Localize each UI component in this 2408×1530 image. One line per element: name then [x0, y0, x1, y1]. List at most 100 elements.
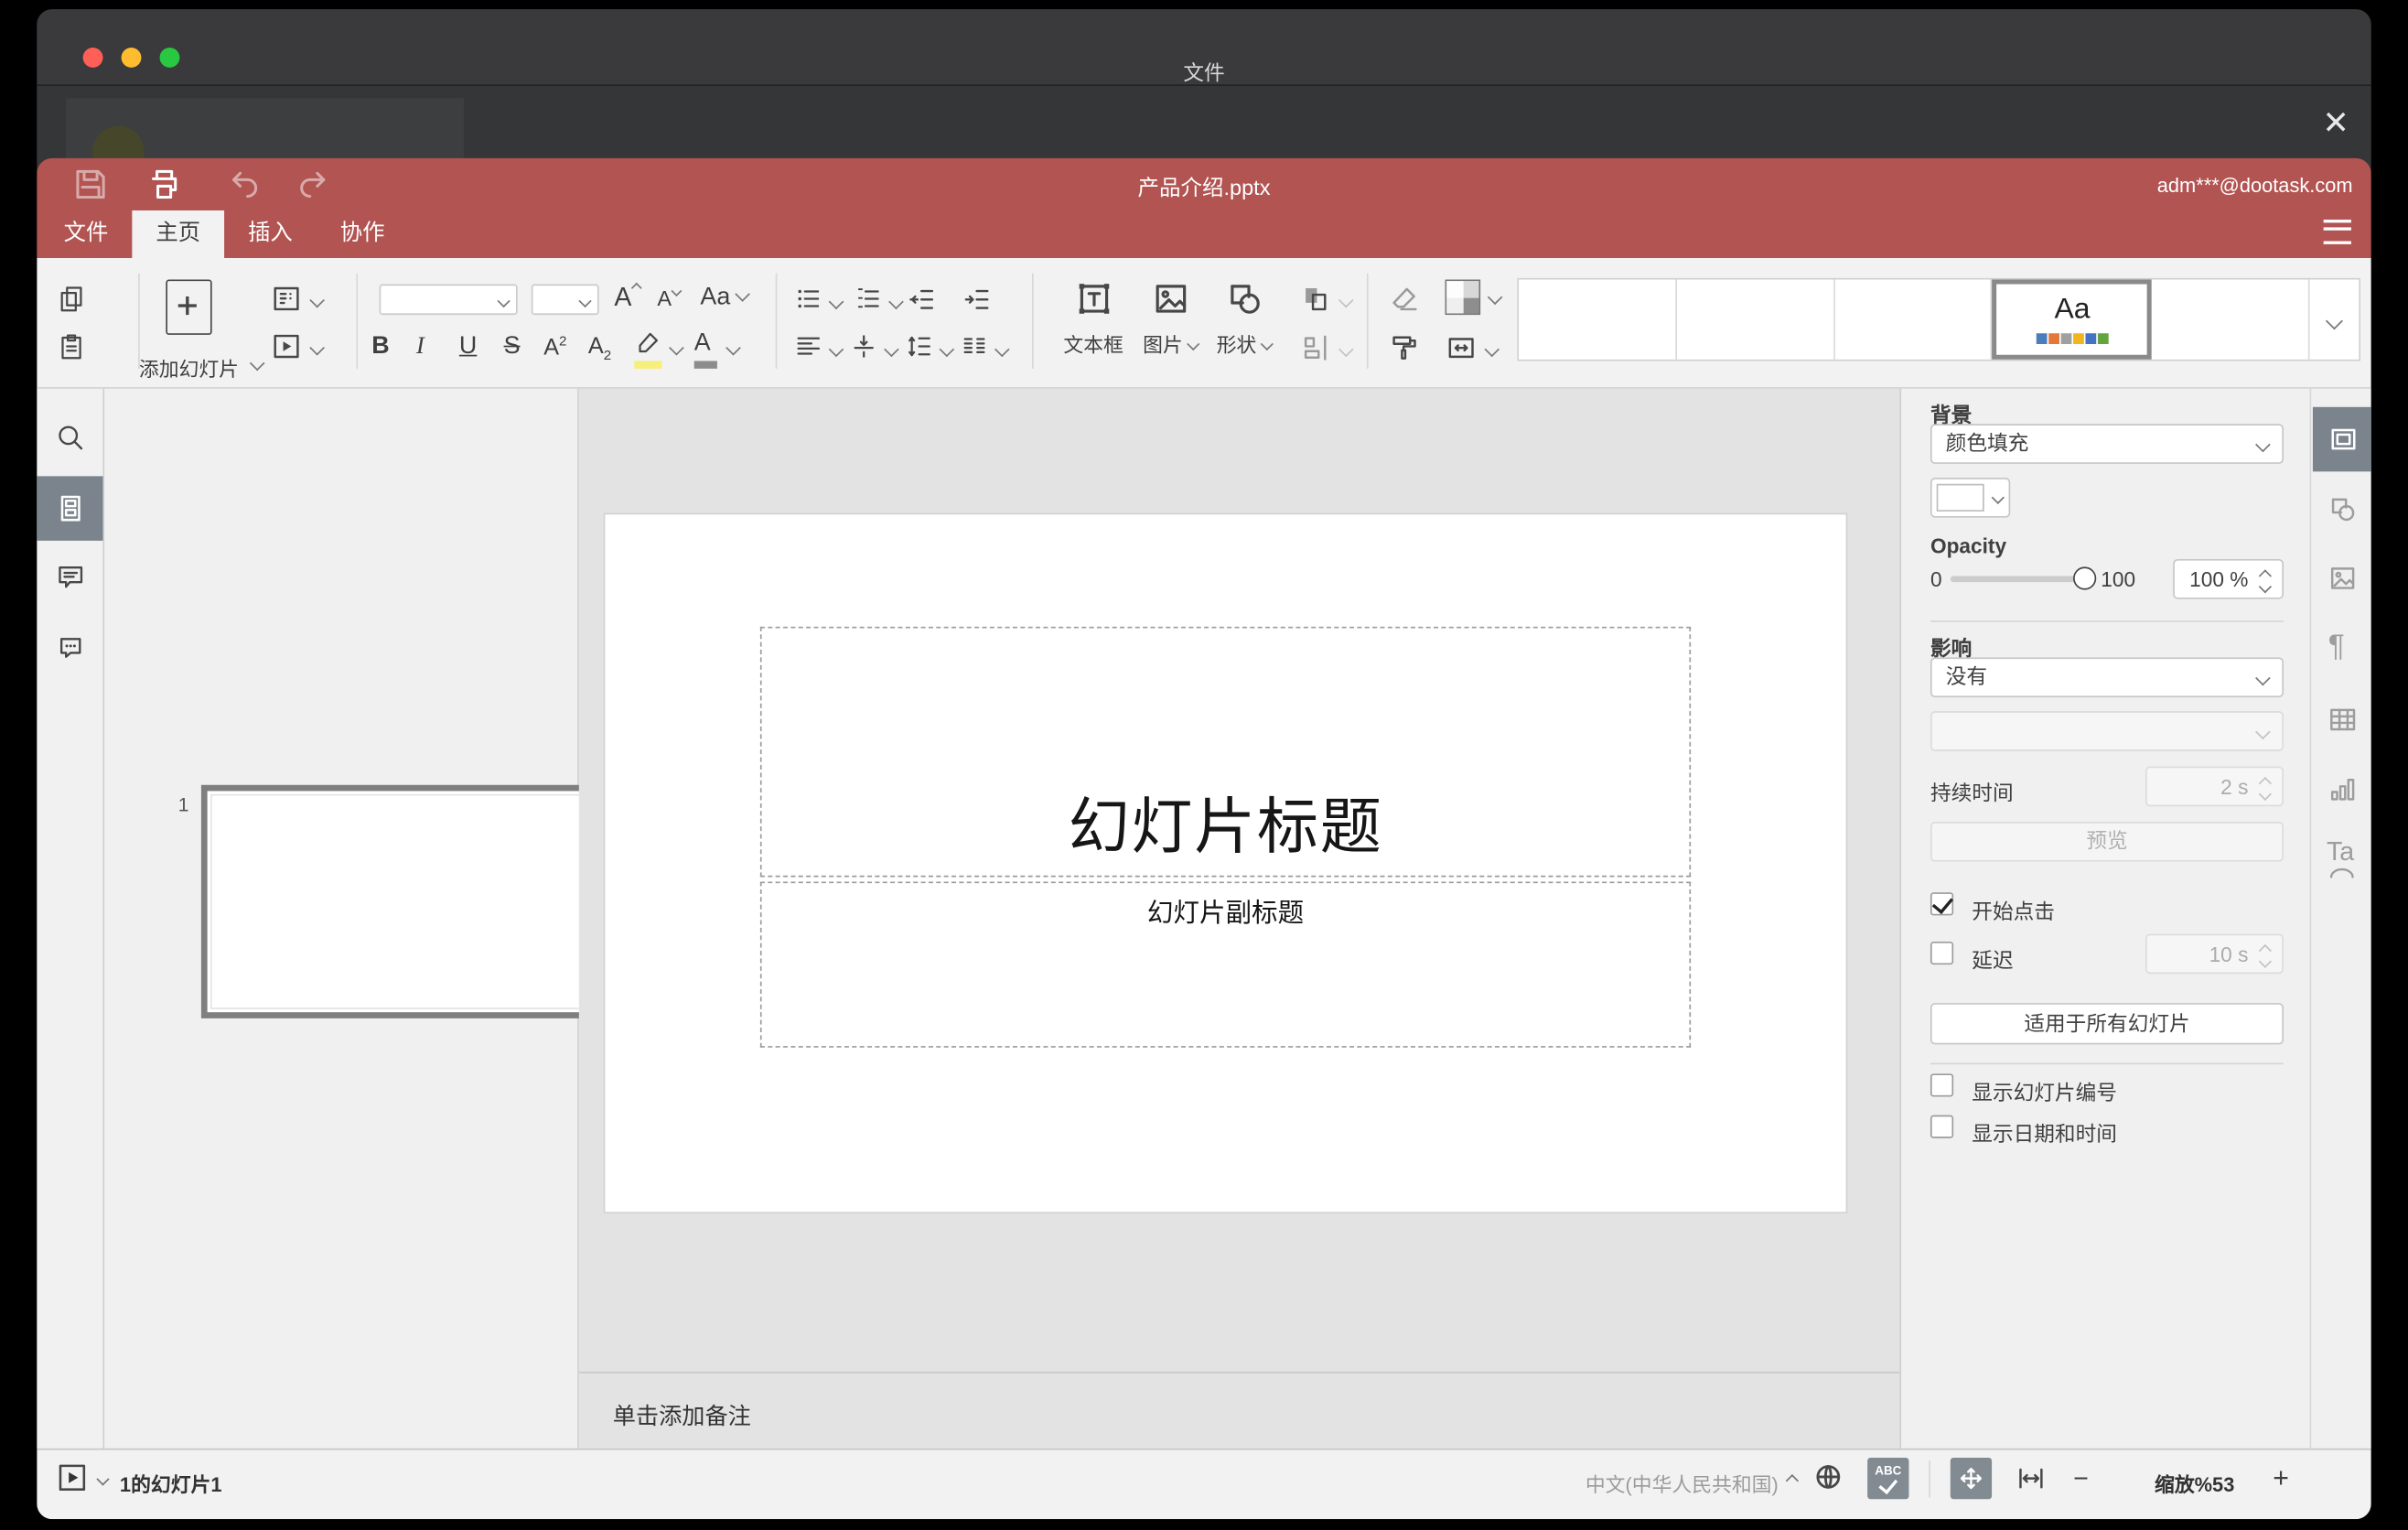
shape-label: 形状: [1213, 329, 1274, 358]
notes-area[interactable]: 单击添加备注: [578, 1371, 1900, 1449]
table-settings-icon: [2330, 708, 2356, 731]
decrease-indent-button[interactable]: [906, 285, 937, 316]
textart-settings-tab[interactable]: Ta: [2327, 837, 2358, 880]
shape-align-button[interactable]: [1299, 332, 1354, 364]
columns-button[interactable]: [960, 332, 1010, 361]
italic-button[interactable]: I: [416, 333, 425, 361]
clear-style-button[interactable]: [1388, 283, 1420, 315]
slide-layout-button[interactable]: [270, 283, 325, 315]
menu-hamburger-icon[interactable]: [2323, 220, 2351, 244]
superscript-button[interactable]: A2: [543, 333, 566, 361]
search-button[interactable]: [55, 423, 86, 454]
effect-value: 没有: [1945, 664, 1988, 688]
tab-collaboration[interactable]: 协作: [317, 210, 409, 258]
text-box-button[interactable]: 文本框: [1063, 278, 1124, 358]
slideshow-options-chevron[interactable]: [96, 1472, 110, 1486]
chart-settings-icon: [2330, 779, 2355, 801]
opacity-slider-track[interactable]: [1950, 576, 2080, 583]
background-fill-select[interactable]: 颜色填充: [1930, 424, 2284, 464]
theme-option-4-selected[interactable]: Aa: [1992, 279, 2153, 360]
subscript-button[interactable]: A2: [588, 333, 611, 362]
highlight-color-button[interactable]: [633, 330, 684, 369]
tab-home[interactable]: 主页: [132, 210, 225, 258]
arrange-button[interactable]: [1299, 283, 1354, 315]
show-slide-number-checkbox[interactable]: [1930, 1073, 1954, 1097]
numbered-list-button[interactable]: [854, 285, 904, 314]
delay-checkbox[interactable]: [1930, 941, 1954, 965]
slide-size-button[interactable]: [1446, 332, 1500, 364]
increase-indent-button[interactable]: [962, 285, 993, 316]
background-color-picker[interactable]: [1930, 478, 2011, 518]
decrease-font-button[interactable]: A: [657, 286, 683, 310]
start-on-click-checkbox[interactable]: [1930, 892, 1954, 916]
tab-insert[interactable]: 插入: [224, 210, 317, 258]
slide-title-placeholder[interactable]: 幻灯片标题: [759, 626, 1692, 878]
show-date-time-checkbox[interactable]: [1930, 1115, 1954, 1138]
bold-button[interactable]: B: [371, 333, 389, 361]
underline-button[interactable]: U: [459, 333, 477, 361]
copy-button[interactable]: [57, 285, 86, 314]
font-color-button[interactable]: A: [693, 330, 741, 369]
strikethrough-button[interactable]: S: [504, 333, 521, 361]
opacity-value: 100 %: [2189, 568, 2249, 592]
opacity-slider-thumb[interactable]: [2073, 566, 2097, 590]
start-slideshow-button[interactable]: [270, 330, 325, 362]
table-settings-tab[interactable]: [2327, 704, 2359, 736]
bullet-list-button[interactable]: [794, 285, 844, 314]
slide-subtitle-placeholder[interactable]: 幻灯片副标题: [759, 881, 1692, 1048]
spellcheck-button[interactable]: ABC: [1867, 1457, 1909, 1500]
paint-roller-icon: [1392, 336, 1416, 360]
document-language-button[interactable]: [1812, 1460, 1844, 1492]
theme-color-swatches: [1997, 333, 2147, 344]
right-icon-strip: ¶ Ta: [2309, 388, 2371, 1449]
apply-to-all-slides-button[interactable]: 适用于所有幻灯片: [1930, 1003, 2284, 1045]
insert-shape-button[interactable]: 形状: [1213, 278, 1274, 358]
chat-button[interactable]: [55, 631, 86, 663]
slide-surface[interactable]: 幻灯片标题 幻灯片副标题: [605, 514, 1846, 1212]
highlighter-icon: [639, 332, 658, 353]
fit-slide-button[interactable]: [1950, 1457, 1993, 1500]
opacity-spinner[interactable]: 100 %: [2173, 558, 2284, 599]
paste-icon: [61, 334, 81, 360]
slide-thumbnail-selected[interactable]: [200, 784, 613, 1018]
add-slide-button[interactable]: 添加幻灯片: [139, 276, 265, 381]
search-icon: [59, 426, 83, 450]
increase-font-button[interactable]: A: [614, 282, 643, 314]
document-title: 产品介绍.pptx: [1137, 175, 1271, 200]
slide-counter: 1的幻灯片1: [119, 1472, 222, 1496]
slides-panel-button[interactable]: [37, 476, 103, 541]
theme-option-1[interactable]: [1519, 279, 1677, 360]
vertical-align-icon: [854, 335, 874, 358]
image-icon: [1155, 285, 1186, 313]
image-settings-tab[interactable]: [2327, 562, 2359, 594]
theme-option-3[interactable]: [1834, 279, 1993, 360]
insert-image-button[interactable]: 图片: [1139, 278, 1200, 358]
vertical-align-button[interactable]: [849, 332, 899, 361]
paste-button[interactable]: [57, 332, 86, 361]
line-spacing-button[interactable]: [905, 332, 955, 361]
fit-width-button[interactable]: [2015, 1462, 2047, 1494]
theme-option-2[interactable]: [1676, 279, 1835, 360]
effect-select[interactable]: 没有: [1930, 657, 2284, 698]
tab-file[interactable]: 文件: [40, 210, 133, 258]
language-selector[interactable]: 中文(中华人民共和国): [1573, 1469, 1779, 1498]
shape-align-icon: [1304, 335, 1327, 361]
theme-option-5[interactable]: [2152, 279, 2310, 360]
shape-settings-tab[interactable]: [2327, 493, 2359, 525]
copy-style-button[interactable]: [1388, 332, 1420, 364]
shape-settings-icon: [2331, 498, 2355, 522]
start-slideshow-status-button[interactable]: [55, 1460, 89, 1494]
font-size-combo[interactable]: [531, 284, 599, 316]
close-icon[interactable]: ✕: [2313, 102, 2359, 147]
paragraph-settings-tab[interactable]: ¶: [2328, 630, 2345, 665]
chart-settings-tab[interactable]: [2327, 772, 2359, 804]
horizontal-align-button[interactable]: [794, 332, 844, 361]
change-case-button[interactable]: Aa: [700, 285, 750, 312]
zoom-out-button[interactable]: −: [2073, 1464, 2089, 1495]
font-name-combo[interactable]: [379, 284, 518, 316]
comments-button[interactable]: [55, 562, 86, 593]
slide-settings-tab[interactable]: [2312, 406, 2371, 472]
theme-gallery-expand-button[interactable]: [2309, 279, 2360, 360]
zoom-in-button[interactable]: +: [2273, 1462, 2289, 1494]
shape-fill-button[interactable]: [1445, 279, 1503, 316]
